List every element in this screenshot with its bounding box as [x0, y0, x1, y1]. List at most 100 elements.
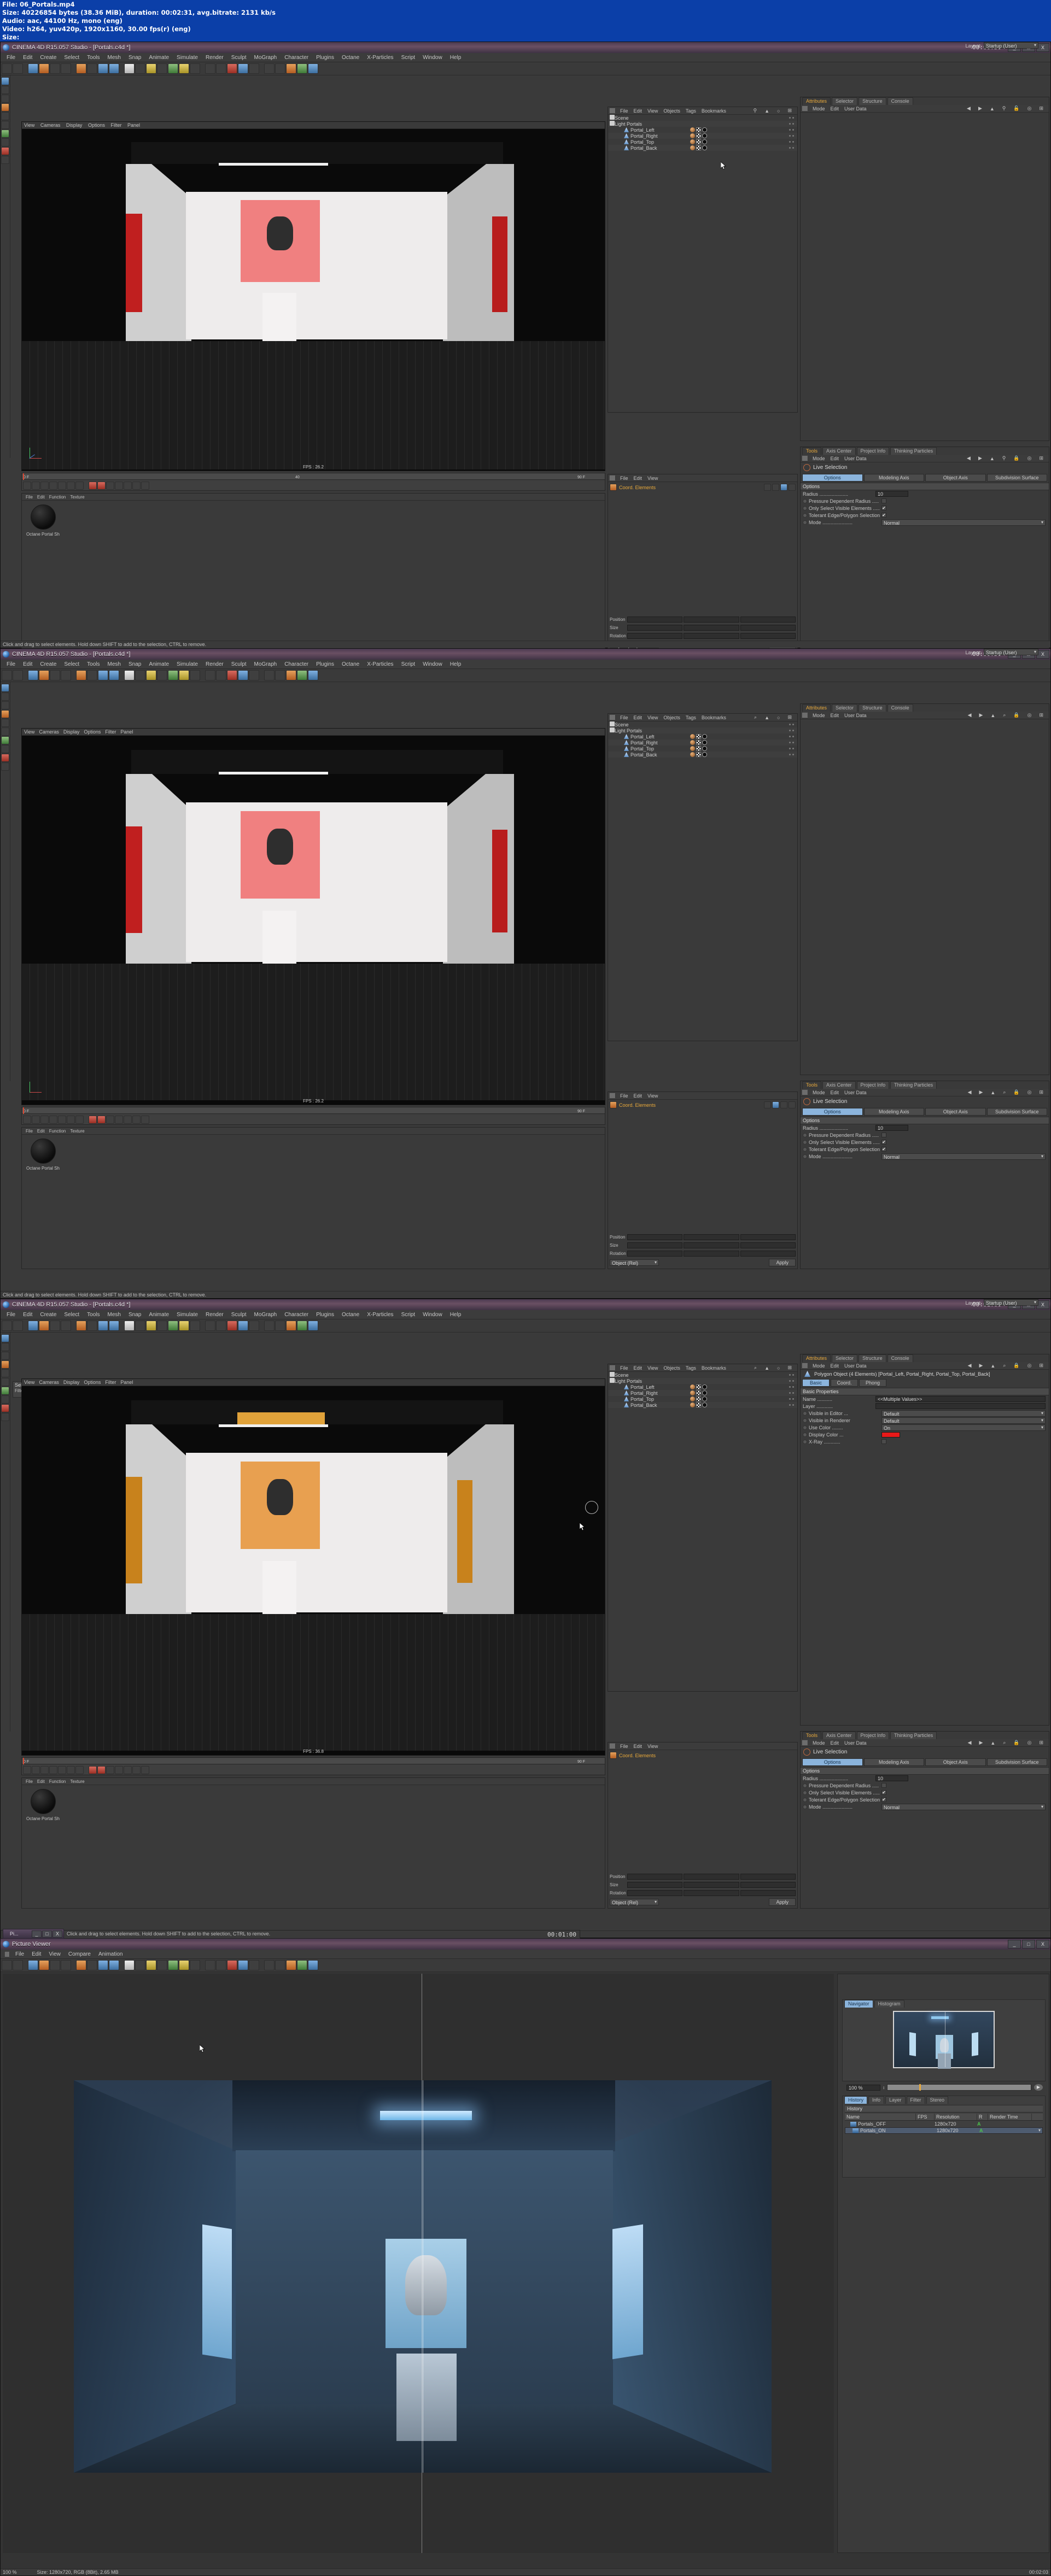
texture-tag-icon[interactable]	[696, 752, 701, 757]
object-row[interactable]: Portal_Right	[608, 1390, 797, 1396]
light-portal-tag-icon[interactable]	[702, 139, 707, 144]
coord-rot-b[interactable]	[740, 1251, 796, 1257]
coord-pos-z[interactable]	[740, 617, 796, 623]
goto-end-icon[interactable]	[75, 1115, 84, 1124]
visibility-dots[interactable]	[789, 147, 794, 149]
polygon-mode-icon[interactable]	[1, 727, 9, 736]
window-3-menubar[interactable]: File Edit Create Select Tools Mesh Snap Animate…	[1, 1299, 1050, 1319]
viewport-3-scene[interactable]: FPS : 36.8	[22, 1386, 605, 1755]
coord-menu-edit[interactable]: Edit	[631, 1744, 645, 1749]
render-queue-icon[interactable]	[98, 1321, 108, 1331]
field-select[interactable]: On	[881, 1424, 1046, 1431]
menu-help[interactable]: Help	[446, 55, 465, 61]
vp-menu-view[interactable]: View	[24, 1380, 39, 1385]
coord-rot-h[interactable]	[627, 1890, 683, 1896]
zoom-slider[interactable]	[887, 2084, 1031, 2091]
dynamics-icon[interactable]	[249, 670, 259, 680]
tab-project-info[interactable]: Project Info	[856, 447, 890, 455]
menu-mesh[interactable]: Mesh	[104, 1312, 125, 1318]
coord-size-z[interactable]	[740, 1882, 796, 1888]
tools-menubar-2[interactable]: Mode Edit User Data ◀ ▶ ▲ ⌕ 🔒 ◎ ⊞	[801, 1089, 1049, 1096]
mat-menu-edit[interactable]: Edit	[35, 1129, 47, 1134]
object-row[interactable]: Portal_Left	[608, 127, 797, 133]
om-menu-bookmarks[interactable]: Bookmarks	[699, 1365, 729, 1371]
tab-structure[interactable]: Structure	[859, 97, 886, 105]
timeline-playhead[interactable]	[23, 473, 24, 480]
nurbs-icon[interactable]	[146, 1321, 156, 1331]
light-portal-tag-icon[interactable]	[702, 740, 707, 745]
tab-tools[interactable]: Tools	[802, 1081, 822, 1089]
key-position-icon[interactable]	[106, 481, 114, 490]
scene-icon[interactable]	[168, 63, 178, 74]
menu-plugins[interactable]: Plugins	[312, 661, 338, 667]
next-frame-icon[interactable]	[58, 1115, 66, 1124]
floor-icon[interactable]	[205, 1321, 215, 1331]
redo-icon[interactable]	[13, 1321, 23, 1331]
floor-icon[interactable]	[205, 63, 215, 74]
vp-menu-panel[interactable]: Panel	[120, 729, 137, 735]
tab-tools[interactable]: Tools	[802, 1732, 822, 1739]
field-select[interactable]: Normal	[881, 519, 1046, 526]
menu-mesh[interactable]: Mesh	[104, 661, 125, 667]
tag-group[interactable]	[690, 127, 707, 132]
prev-key-icon[interactable]	[32, 1765, 40, 1774]
tag-group[interactable]	[690, 1403, 707, 1407]
lock-icon[interactable]: 🔒	[1011, 455, 1022, 461]
timeline-playhead[interactable]	[23, 1758, 24, 1764]
plus-icon[interactable]: ⊞	[1036, 1089, 1046, 1095]
menu-mograph[interactable]: MoGraph	[250, 55, 281, 61]
prev-frame-icon[interactable]	[40, 481, 49, 490]
field-row[interactable]: Use Color ........ On	[801, 1424, 1049, 1431]
light-icon[interactable]	[179, 1321, 189, 1331]
tool-tab-object-axis[interactable]: Object Axis	[925, 474, 986, 482]
visibility-dots[interactable]	[789, 1386, 794, 1388]
tools-fields-2[interactable]: Radius ..................... 10 Pressure D…	[801, 1124, 1049, 1160]
menu-simulate[interactable]: Simulate	[173, 55, 202, 61]
field-number-input[interactable]: 10	[875, 491, 908, 497]
object-tree-3[interactable]: +Scene-Light PortalsPortal_LeftPortal_Ri…	[608, 1372, 797, 1408]
menu-snap[interactable]: Snap	[125, 1312, 145, 1318]
visibility-dots[interactable]	[789, 117, 794, 119]
om-menu-objects[interactable]: Objects	[661, 108, 683, 114]
tab-stereo[interactable]: Stereo	[926, 2096, 949, 2104]
object-row[interactable]: Portal_Top	[608, 1396, 797, 1402]
coord-tool-3-icon[interactable]	[780, 484, 787, 491]
plus-icon[interactable]: ⊞	[1036, 105, 1046, 112]
tools-manager-3[interactable]: Tools Axis Center Project Info Thinking Par…	[800, 1731, 1049, 1909]
menu-script[interactable]: Script	[398, 661, 419, 667]
goto-start-icon[interactable]	[23, 1115, 31, 1124]
tab-navigator[interactable]: Navigator	[844, 2000, 873, 2008]
tools-menu-mode[interactable]: Mode	[810, 1090, 828, 1095]
tools-menu-edit[interactable]: Edit	[828, 456, 842, 461]
render-region-icon[interactable]	[87, 1960, 97, 1970]
octane-settings-icon[interactable]	[297, 63, 307, 74]
viewport-1-menubar[interactable]: View Cameras Display Options Filter Pane…	[22, 122, 605, 129]
tools-tabs-2[interactable]: Tools Axis Center Project Info Thinking Par…	[801, 1081, 1049, 1089]
tab-tools[interactable]: Tools	[802, 447, 822, 455]
coord-rot-b[interactable]	[740, 633, 796, 639]
dynamics-icon[interactable]	[249, 1960, 259, 1970]
field-toggle-dot[interactable]	[803, 1140, 807, 1145]
light-icon[interactable]	[179, 670, 189, 680]
undo-icon[interactable]	[2, 1321, 12, 1331]
tab-histogram[interactable]: Histogram	[874, 2000, 904, 2008]
object-manager-3-menubar[interactable]: File Edit View Objects Tags Bookmarks ⌕ ▲ ○ ⊞	[608, 1364, 797, 1372]
maximize-button[interactable]: □	[1022, 1940, 1035, 1949]
light-portal-tag-icon[interactable]	[702, 145, 707, 150]
window-2-left-toolbar[interactable]	[1, 682, 10, 1081]
material-swatch[interactable]	[31, 1139, 56, 1164]
key-param-icon[interactable]	[132, 1115, 141, 1124]
field-toggle-dot[interactable]	[803, 1147, 807, 1152]
next-key-icon[interactable]	[67, 1765, 75, 1774]
object-row[interactable]: Portal_Left	[608, 734, 797, 740]
menu-script[interactable]: Script	[398, 1312, 419, 1318]
menu-character[interactable]: Character	[281, 55, 312, 61]
undo-icon[interactable]	[2, 63, 12, 74]
hair-icon[interactable]	[238, 670, 248, 680]
om-menu-bookmarks[interactable]: Bookmarks	[699, 715, 729, 720]
vp-menu-options[interactable]: Options	[84, 1380, 105, 1385]
mograph-icon[interactable]	[227, 63, 237, 74]
window-3-toolbar[interactable]	[1, 1319, 1050, 1333]
texture-tag-icon[interactable]	[696, 133, 701, 138]
pv-menu-view[interactable]: View	[45, 1951, 65, 1957]
